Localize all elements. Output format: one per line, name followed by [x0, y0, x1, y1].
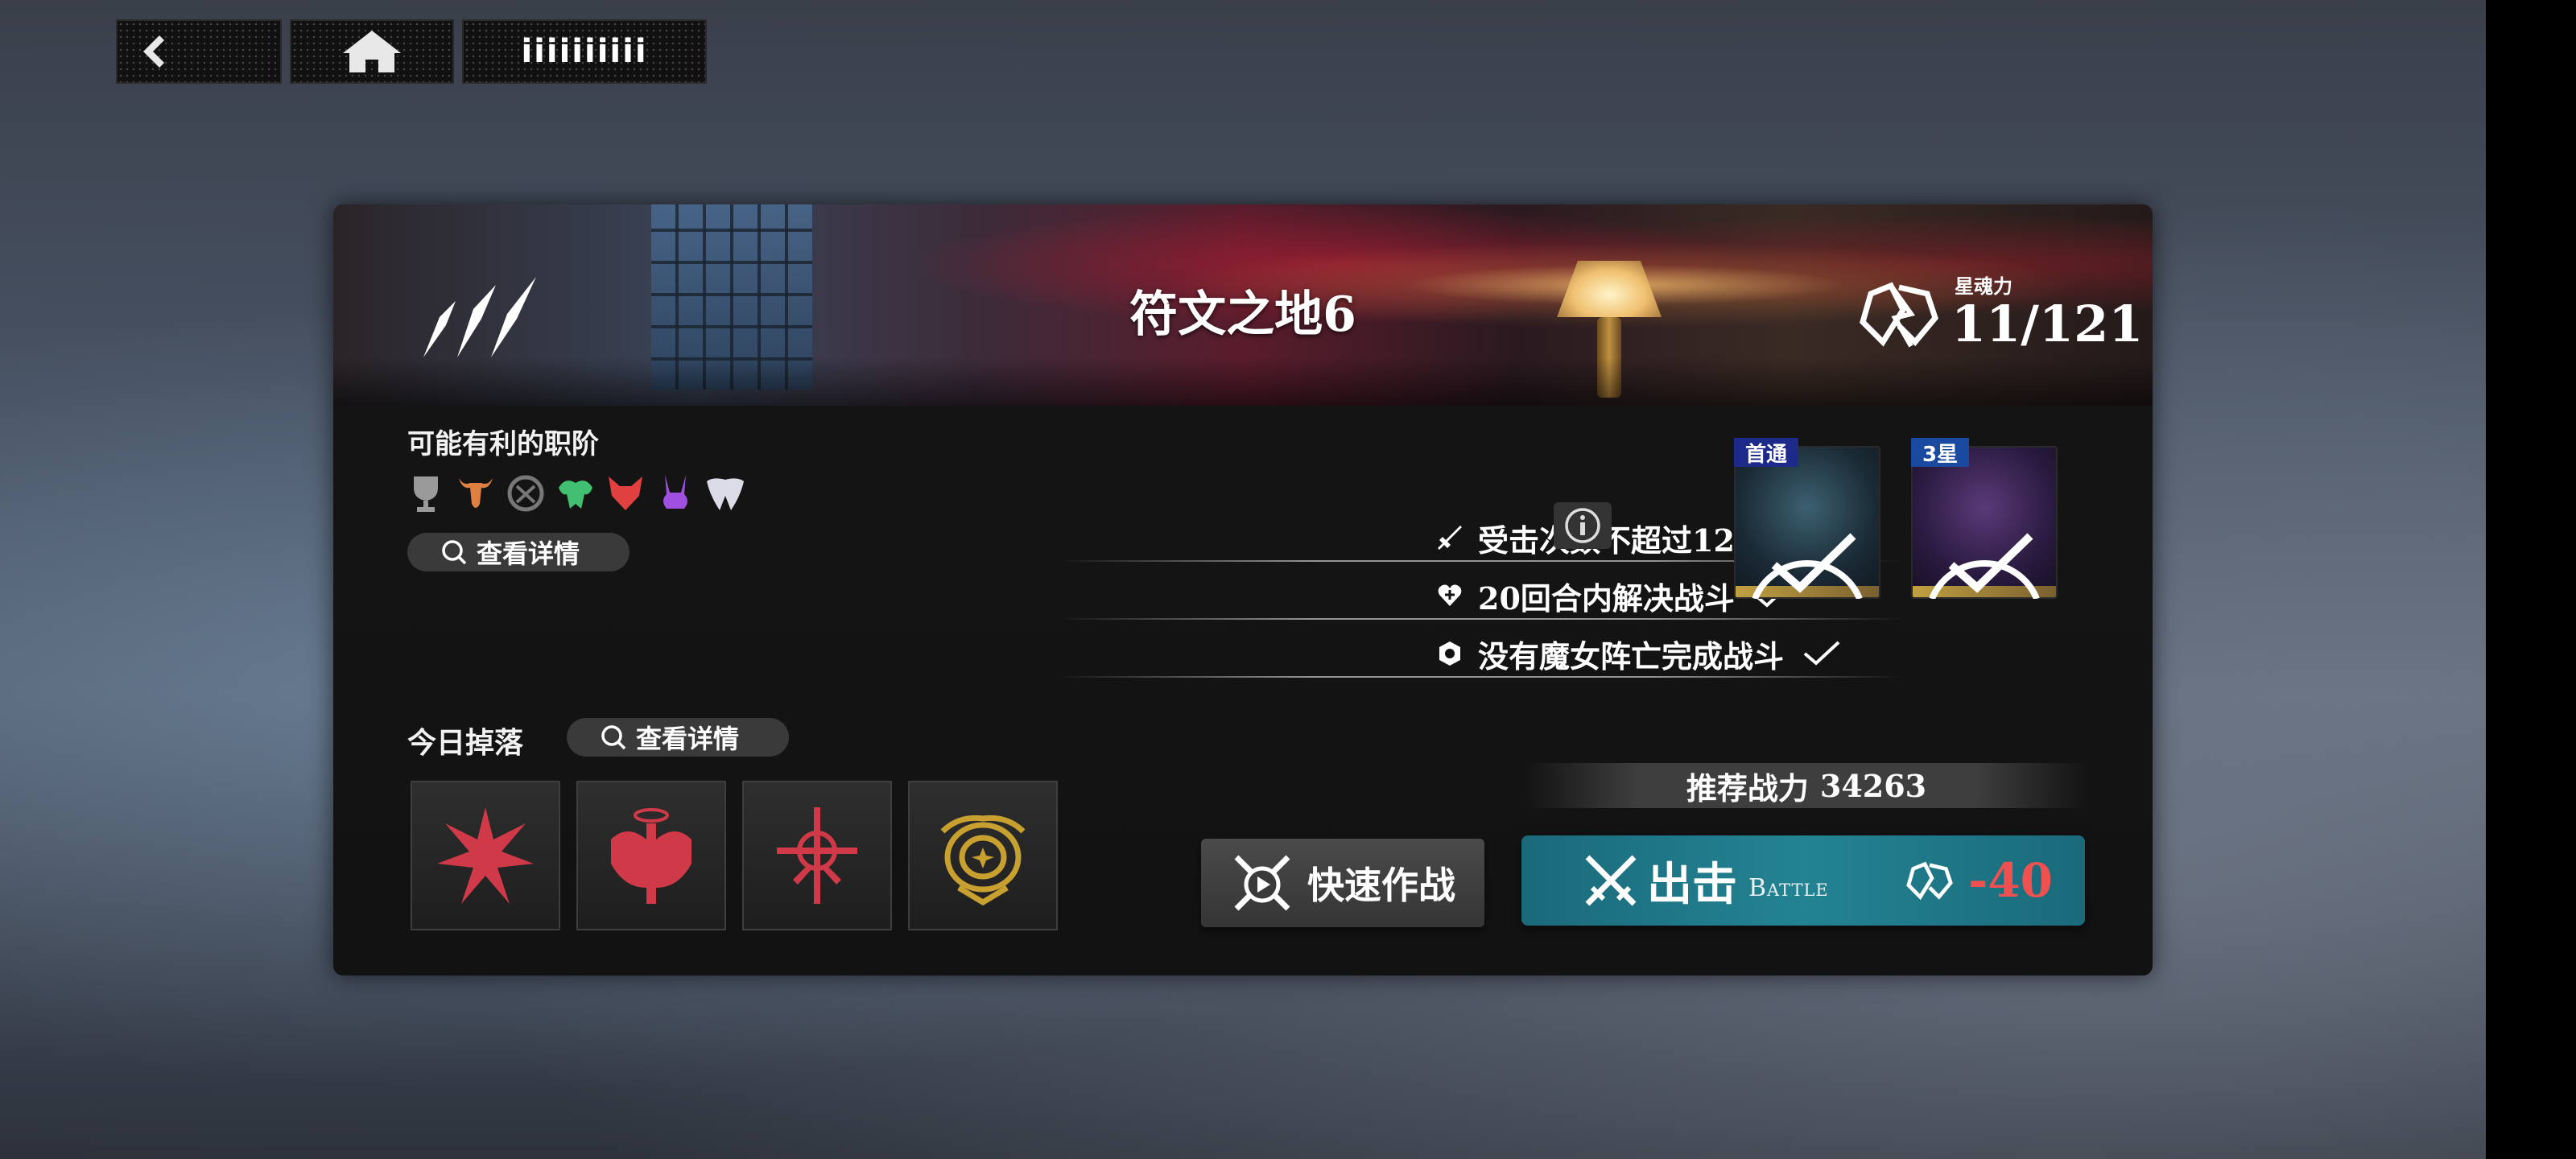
first-clear-reward[interactable]: 首通 [1734, 438, 1880, 599]
red-rune-emblem-1 [437, 807, 534, 904]
gold-rune-emblem [940, 815, 1026, 906]
back-arrow-icon [143, 35, 164, 68]
battle-label: 出击 [1647, 857, 1737, 911]
claimed-check-icon [1752, 533, 1863, 599]
drop-item[interactable] [411, 781, 560, 930]
wings-class-icon [707, 478, 744, 510]
rabbit-class-icon [663, 475, 687, 509]
power-label: 推荐战力 [1686, 769, 1809, 806]
red-rune-emblem-3 [777, 807, 857, 904]
dragon-class-icon [559, 481, 592, 509]
drops-detail-button[interactable]: 查看详情 [567, 718, 789, 757]
banner-shade [333, 357, 2153, 406]
sword-icon [1438, 526, 1462, 550]
top-nav: iiiiiiiiii [116, 19, 707, 84]
drop-items [411, 781, 1058, 930]
drops-detail-label: 查看详情 [636, 724, 740, 754]
check-icon [1803, 641, 1840, 666]
recommended-power: 推荐战力 34263 [1525, 763, 2088, 808]
objective-divider [1058, 676, 1903, 678]
info-icon [1565, 508, 1600, 543]
reward-tag: 3星 [1911, 438, 1970, 467]
quick-battle-button[interactable]: 快速作战 [1201, 839, 1484, 927]
back-button[interactable] [116, 19, 282, 84]
energy-crystal-icon [1906, 861, 1954, 901]
energy-display: 星魂力 11/121 [1855, 270, 2143, 350]
quick-battle-label: 快速作战 [1307, 864, 1455, 907]
home-icon [343, 31, 401, 72]
drop-item[interactable] [742, 781, 892, 930]
battle-label-en: Battle [1748, 873, 1829, 902]
three-star-reward[interactable]: 3星 [1911, 438, 2058, 599]
today-drops-title: 今日掉落 [407, 727, 524, 760]
red-rune-emblem-2 [611, 808, 691, 904]
battle-button[interactable]: 出击 Battle -40 [1521, 835, 2085, 926]
battle-cost-value: -40 [1968, 853, 2053, 908]
search-icon [601, 725, 626, 750]
trophy-class-icon [414, 476, 438, 512]
right-edge-bar [2486, 0, 2576, 1159]
favored-class-icons [404, 472, 747, 515]
hexagon-icon [1439, 641, 1460, 666]
bull-class-icon [459, 478, 493, 508]
claimed-check-icon [1929, 533, 2040, 599]
energy-value: 11/121 [1951, 295, 2144, 353]
drop-item[interactable] [576, 781, 726, 930]
home-button[interactable] [290, 19, 454, 84]
objective-text: 20回合内解决战斗 [1478, 580, 1735, 617]
search-icon [442, 540, 467, 565]
crossed-swords-icon [1585, 855, 1637, 906]
stage-banner: 符文之地6 星魂力 11/121 [333, 204, 2153, 406]
classes-detail-label: 查看详情 [477, 538, 580, 569]
objective-divider [1058, 618, 1903, 620]
objective-row: 没有魔女阵亡完成战斗 [1058, 625, 1903, 683]
battle-cost: -40 [1904, 853, 2053, 908]
extra-nav-label: iiiiiiiiii [521, 33, 648, 70]
energy-crystal-icon [1860, 282, 1938, 348]
objective-text: 没有魔女阵亡完成战斗 [1478, 637, 1785, 674]
drop-item[interactable] [908, 781, 1058, 930]
extra-nav-button[interactable]: iiiiiiiiii [462, 19, 707, 84]
shield-class-icon [507, 475, 544, 512]
heart-icon [1438, 584, 1462, 606]
favored-classes-title: 可能有利的职阶 [407, 428, 599, 460]
wolf-class-icon [609, 476, 642, 510]
stage-panel: 符文之地6 星魂力 11/121 可能有利的职阶 查看详情 受击次数不超过12次… [333, 204, 2153, 975]
quick-battle-icon [1234, 855, 1290, 911]
objectives-info-button[interactable] [1554, 502, 1612, 549]
classes-detail-button[interactable]: 查看详情 [407, 533, 630, 571]
reward-tag: 首通 [1734, 438, 1799, 467]
power-value: 34263 [1819, 767, 1927, 804]
objective-text: 受击次数不超过12次 [1478, 522, 1765, 559]
